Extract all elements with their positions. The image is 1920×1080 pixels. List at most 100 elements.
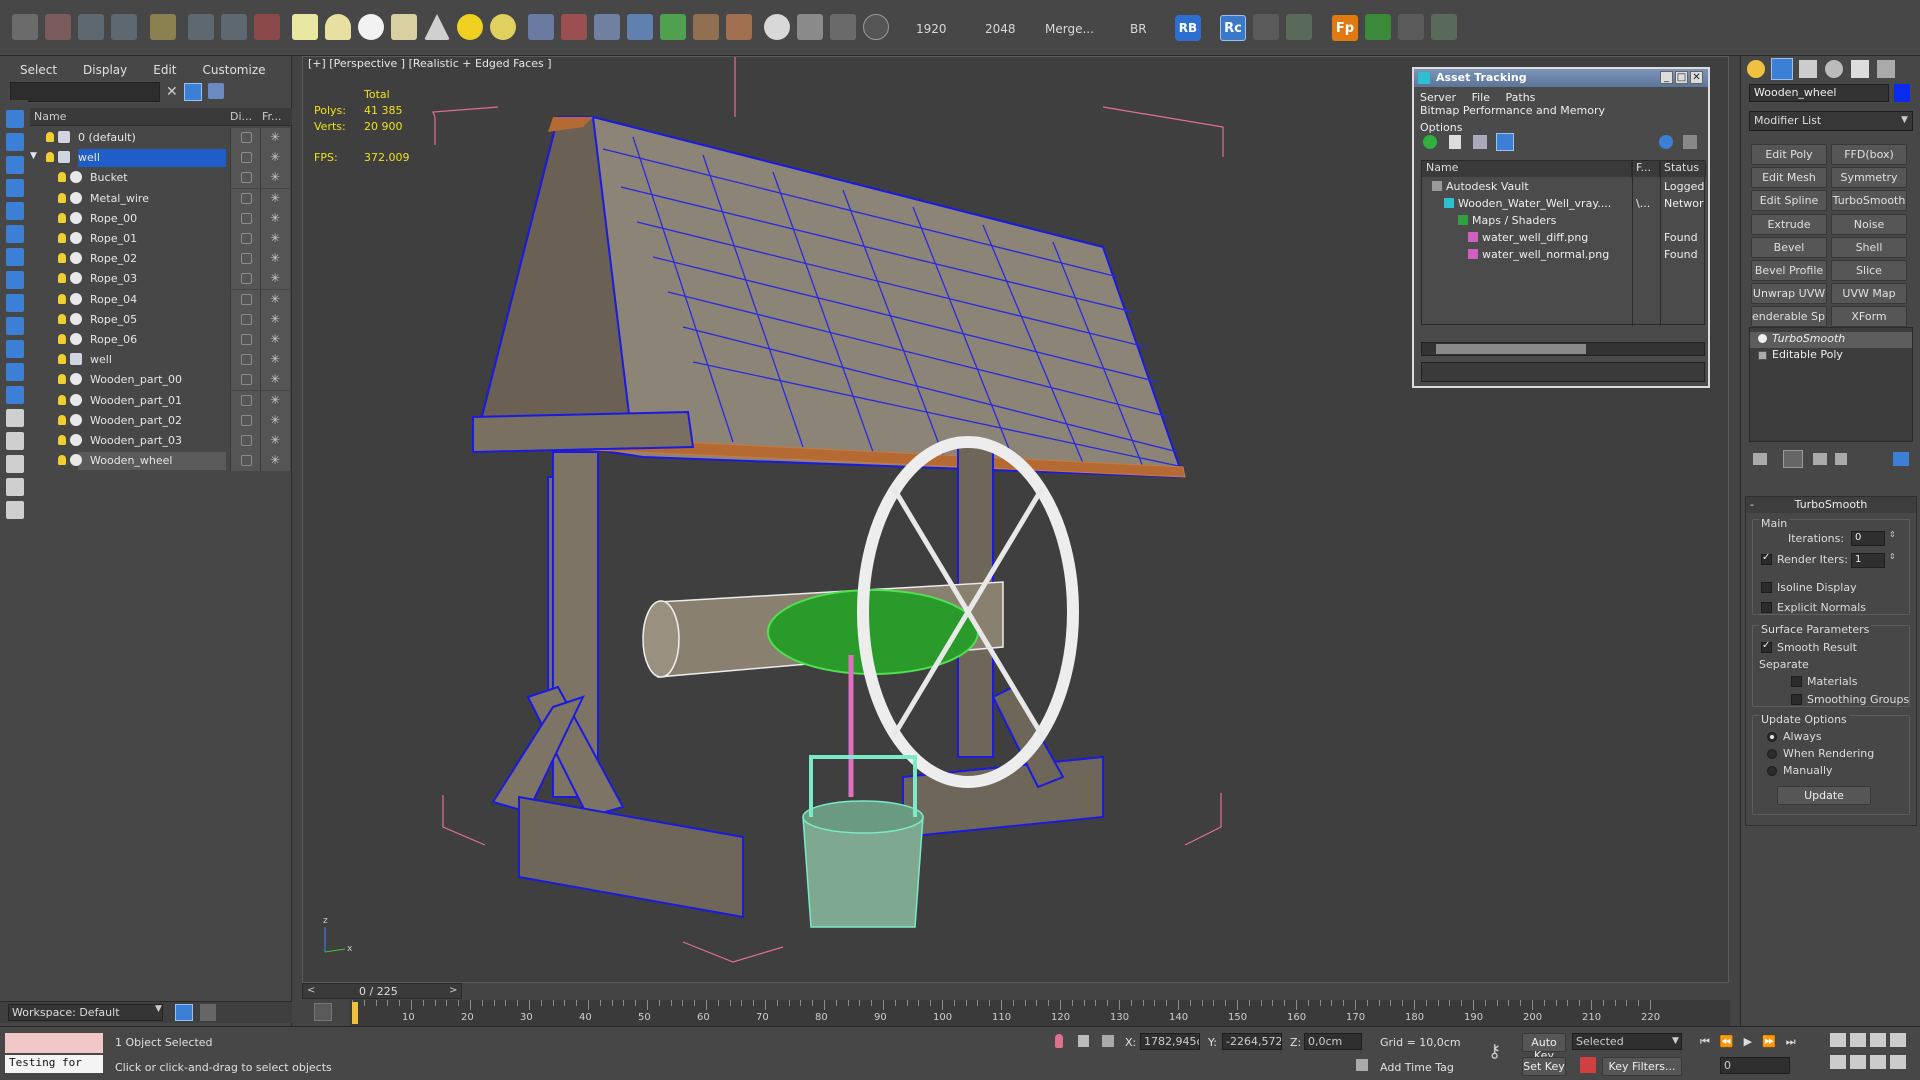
tools-icon[interactable] [1253, 14, 1279, 40]
display-toggle[interactable] [230, 128, 260, 148]
filter-toggle-icon[interactable] [6, 386, 24, 404]
omni-light-icon[interactable] [490, 14, 516, 40]
tree-row[interactable]: Rope_06 ✳ [30, 330, 292, 350]
tree-row[interactable]: Rope_05 ✳ [30, 309, 292, 330]
orbit-icon[interactable] [1870, 1055, 1886, 1069]
lock-icon[interactable] [1078, 1035, 1089, 1047]
display-toggle[interactable] [230, 249, 260, 270]
scroll-thumb[interactable] [1436, 344, 1586, 354]
lightbulb-icon[interactable] [58, 334, 66, 344]
lattice-icon[interactable] [594, 14, 620, 40]
auto-key-button[interactable]: Auto Key [1522, 1033, 1566, 1062]
show-end-result-icon[interactable] [1783, 450, 1803, 468]
maximize-viewport-icon[interactable] [1890, 1055, 1906, 1069]
tree-row[interactable]: Wooden_part_03 ✳ [30, 431, 292, 451]
display-toggle[interactable] [230, 289, 260, 310]
configure-sets-icon[interactable] [1893, 452, 1909, 466]
display-toggle[interactable] [230, 208, 260, 229]
menu-display[interactable]: Display [83, 63, 127, 77]
asset-row[interactable]: Maps / Shaders [1422, 212, 1704, 229]
lightbulb-icon[interactable] [58, 233, 66, 243]
lightbulb-icon[interactable] [58, 414, 66, 425]
cone-icon[interactable] [424, 14, 450, 40]
spinner-arrows-icon[interactable]: ⇕ [1889, 552, 1896, 561]
menu-paths[interactable]: Paths [1506, 91, 1536, 104]
y-coordinate-field[interactable]: -2264,572c [1222, 1033, 1282, 1050]
hierarchy-icon[interactable] [200, 1004, 216, 1021]
filter-toggle-icon[interactable] [6, 432, 24, 450]
remove-modifier-icon[interactable] [1835, 453, 1847, 465]
lightbulb-icon[interactable] [1758, 334, 1767, 343]
filter-toggle-icon[interactable] [6, 110, 24, 128]
lightbulb-icon[interactable] [58, 313, 66, 324]
tree-row[interactable]: Wooden_part_02 ✳ [30, 410, 292, 431]
update-button[interactable]: Update [1777, 786, 1871, 805]
layers-icon[interactable] [175, 1004, 193, 1021]
freeze-toggle[interactable]: ✳ [260, 370, 290, 391]
freeze-toggle[interactable]: ✳ [260, 350, 290, 371]
lightbulb-icon[interactable] [58, 172, 66, 183]
chevron-down-icon[interactable]: ▼ [155, 1004, 162, 1014]
render-iters-spinner[interactable]: 1 [1851, 553, 1885, 568]
freeze-toggle[interactable]: ✳ [260, 289, 290, 310]
hair-icon[interactable] [693, 14, 719, 40]
add-time-tag[interactable]: Add Time Tag [1380, 1061, 1454, 1074]
column-status[interactable]: Status [1660, 161, 1706, 177]
list-icon[interactable] [1431, 14, 1457, 40]
freeze-toggle[interactable]: ✳ [260, 451, 290, 472]
tree-row[interactable]: Bucket ✳ [30, 168, 292, 189]
refresh-icon[interactable] [1423, 135, 1437, 149]
display-toggle[interactable] [230, 410, 260, 431]
tree-row[interactable]: Rope_04 ✳ [30, 289, 292, 310]
filter-toggle-icon[interactable] [6, 202, 24, 220]
modifier-button[interactable]: UVW Map [1831, 283, 1907, 305]
lightbulb-icon[interactable] [58, 212, 66, 223]
time-tag-icon[interactable] [1356, 1059, 1368, 1071]
filter-toggle-icon[interactable] [6, 455, 24, 473]
column-name[interactable]: Name [1422, 161, 1632, 177]
modifier-button[interactable]: enderable Splir [1751, 306, 1827, 328]
pin-stack-icon[interactable] [1753, 453, 1767, 465]
lightbulb-icon[interactable] [58, 374, 66, 385]
zoom-icon[interactable] [1830, 1033, 1846, 1047]
helper-icon[interactable] [188, 14, 214, 40]
tree-row[interactable]: Rope_01 ✳ [30, 229, 292, 249]
freeze-toggle[interactable]: ✳ [260, 269, 290, 290]
menu-server[interactable]: Server [1420, 91, 1456, 104]
freeze-toggle[interactable]: ✳ [260, 229, 290, 249]
isoline-display-checkbox[interactable] [1761, 582, 1772, 593]
display-toggle[interactable] [230, 188, 260, 209]
freeze-toggle[interactable]: ✳ [260, 390, 290, 411]
lightbulb-icon[interactable] [58, 293, 66, 304]
tree-row[interactable]: ▼ well ✳ [30, 148, 292, 169]
spreadsheet-icon[interactable] [1286, 14, 1312, 40]
freeze-toggle[interactable]: ✳ [260, 410, 290, 431]
table-view-icon[interactable] [1496, 133, 1514, 151]
list-view-icon[interactable] [1449, 135, 1461, 149]
freeze-toggle[interactable]: ✳ [260, 188, 290, 209]
tree-row[interactable]: Wooden_wheel ✳ [30, 451, 292, 472]
freeze-toggle[interactable]: ✳ [260, 330, 290, 350]
utilities-tab-icon[interactable] [1877, 60, 1895, 78]
tree-row[interactable]: Rope_03 ✳ [30, 269, 292, 290]
create-tab-icon[interactable] [1747, 60, 1765, 78]
prev-key-icon[interactable]: ⏪ [1720, 1035, 1734, 1049]
settings-icon[interactable] [1683, 135, 1697, 149]
modifier-button[interactable]: Edit Spline [1751, 190, 1827, 212]
merge-label[interactable]: Merge... [1045, 22, 1094, 36]
hierarchy-tab-icon[interactable] [1799, 60, 1817, 78]
display-toggle[interactable] [230, 350, 260, 371]
sphere-tool-icon[interactable] [221, 14, 247, 40]
display-toggle[interactable] [230, 431, 260, 451]
modifier-button[interactable]: TurboSmooth [1831, 190, 1907, 212]
display-toggle[interactable] [230, 330, 260, 350]
workspace-dropdown[interactable]: Workspace: Default [8, 1004, 163, 1021]
column-freeze[interactable]: Fr... [262, 110, 282, 123]
fur-icon[interactable] [726, 14, 752, 40]
filter-toggle-icon[interactable] [6, 317, 24, 335]
materials-checkbox[interactable] [1791, 676, 1802, 687]
filter-toggle-icon[interactable] [6, 294, 24, 312]
time-slider[interactable]: < 0 / 225 > [302, 983, 462, 999]
lightbulb-icon[interactable] [58, 435, 66, 445]
sun-light-icon[interactable] [457, 14, 483, 40]
